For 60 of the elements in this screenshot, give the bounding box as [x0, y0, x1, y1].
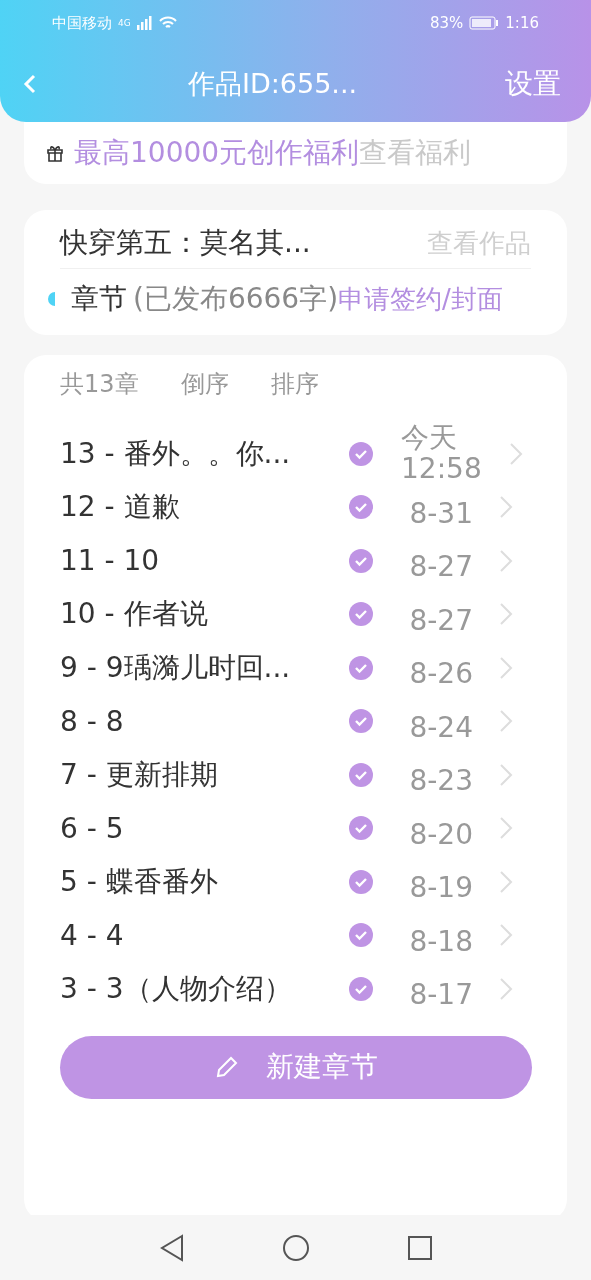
chevron-icon	[499, 762, 513, 787]
chapter-row[interactable]: 3 - 3（人物介绍） 8-17	[60, 962, 567, 1016]
chapter-title: 8 - 8	[60, 704, 125, 738]
chapter-date: 8-20	[408, 816, 473, 851]
chevron-icon	[499, 869, 513, 894]
signal-icon	[136, 16, 153, 30]
chapter-row[interactable]: 7 - 更新排期 8-23	[60, 748, 567, 802]
chapter-title: 9 - 9瑀漪儿时回...	[60, 649, 292, 686]
chapter-row[interactable]: 5 - 蝶香番外 8-19	[60, 855, 567, 909]
chapter-title: 11 - 10	[60, 544, 161, 578]
battery-percent: 83%	[429, 14, 464, 32]
chevron-icon	[499, 709, 513, 734]
chapter-date: 8-19	[408, 870, 473, 905]
chapter-title: 13 - 番外。。你...	[60, 435, 292, 472]
chapter-date: 8-24	[408, 709, 473, 744]
gift-icon	[46, 144, 64, 162]
section-marker	[48, 292, 55, 306]
chapter-title: 12 - 道歉	[60, 489, 181, 526]
recents-nav-icon[interactable]	[406, 1234, 433, 1261]
clock-text: 1:16	[505, 14, 539, 32]
chapter-title: 7 - 更新排期	[60, 756, 219, 793]
chapter-title: 3 - 3（人物介绍）	[60, 970, 293, 1007]
chapter-title: 4 - 4	[60, 918, 125, 952]
section-label: 章节	[71, 281, 127, 317]
chapter-date: 8-18	[408, 923, 473, 958]
page-title: 作品ID:655...	[186, 67, 359, 101]
chevron-icon	[499, 602, 513, 627]
chapter-row[interactable]: 4 - 4 8-18	[60, 908, 567, 962]
word-count: (已发布6666字)	[133, 281, 339, 317]
chapter-date: 8-26	[408, 656, 473, 691]
network-text: 4G	[118, 18, 131, 28]
chevron-icon	[499, 548, 513, 573]
carrier-text: 中国移动	[52, 13, 112, 33]
chapter-row[interactable]: 10 - 作者说 8-27	[60, 587, 567, 641]
chapter-row[interactable]: 6 - 5 8-20	[60, 801, 567, 855]
promo-text: 最高10000元创作福利	[74, 135, 360, 171]
wifi-icon	[158, 16, 177, 30]
work-title: 快穿第五：莫名其...	[60, 225, 312, 261]
chapter-date: 8-27	[408, 549, 473, 584]
chapter-row[interactable]: 11 - 10 8-27	[60, 534, 567, 588]
battery-icon	[469, 16, 500, 30]
chevron-icon	[499, 655, 513, 680]
chapter-title: 10 - 作者说	[60, 596, 209, 633]
chapter-date: 8-23	[408, 763, 473, 798]
chapter-date: 8-31	[408, 495, 473, 530]
chapter-date: 8-17	[408, 977, 473, 1012]
chevron-icon	[499, 816, 513, 841]
chapter-count: 共13章	[60, 369, 139, 400]
chevron-icon	[499, 976, 513, 1001]
chapter-date: 8-27	[408, 602, 473, 637]
chevron-icon	[509, 441, 523, 466]
home-nav-icon[interactable]	[281, 1233, 310, 1262]
chapter-row[interactable]: 9 - 9瑀漪儿时回... 8-26	[60, 641, 567, 695]
chevron-icon	[499, 495, 513, 520]
chevron-icon	[499, 923, 513, 948]
chapter-title: 5 - 蝶香番外	[60, 863, 219, 900]
back-nav-icon[interactable]	[158, 1233, 185, 1262]
chapter-row[interactable]: 8 - 8 8-24	[60, 694, 567, 748]
chapter-title: 6 - 5	[60, 811, 125, 845]
pencil-icon	[214, 1054, 240, 1080]
